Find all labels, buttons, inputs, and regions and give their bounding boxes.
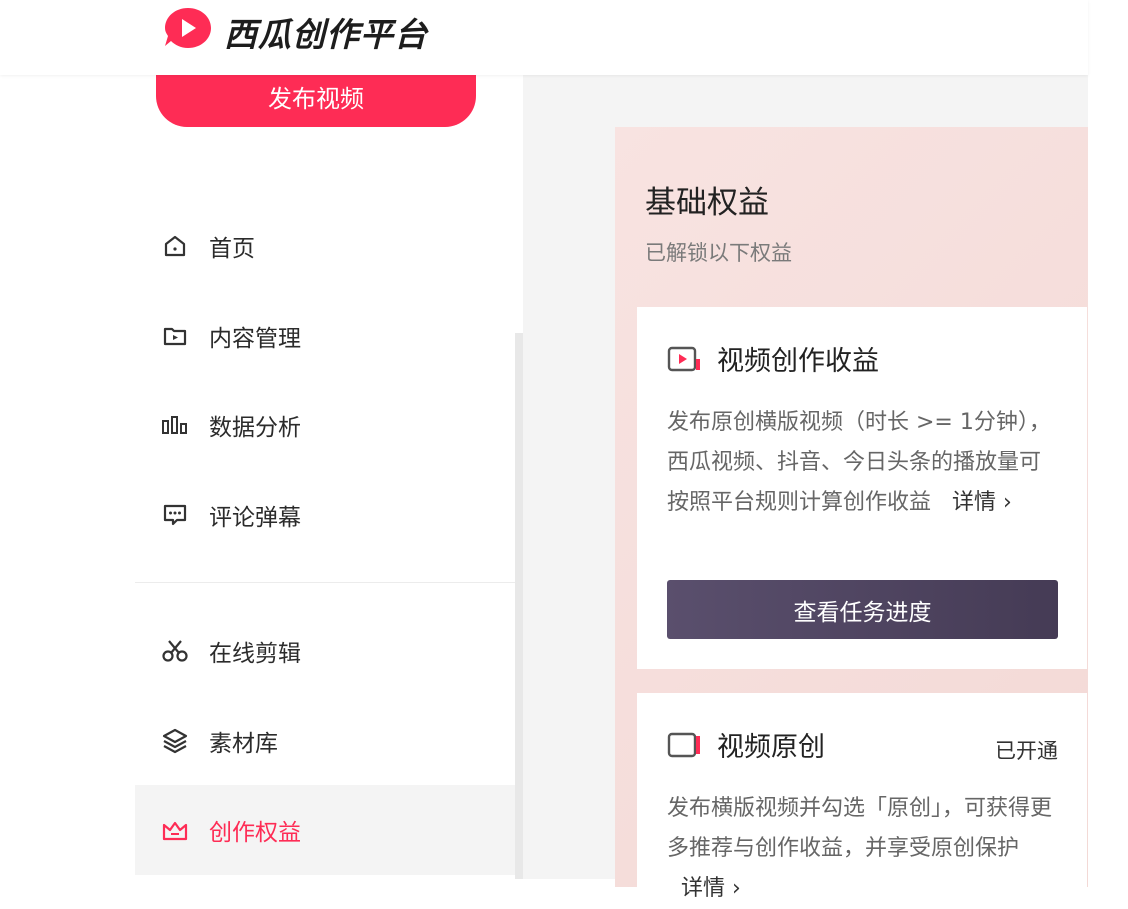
sidebar-item-label: 内容管理 [209,326,301,352]
details-link[interactable]: 详情 › [938,490,1012,515]
chevron-right-icon: › [725,876,741,901]
sidebar-item-label: 素材库 [209,731,278,757]
crown-icon [161,816,189,844]
home-icon [161,232,189,260]
card-description: 发布横版视频并勾选「原创」，可获得更多推荐与创作收益，并享受原创保护 详情 › [667,789,1062,909]
sidebar-item-home[interactable]: 首页 [135,211,515,281]
card-title: 视频原创 [717,732,825,763]
sidebar-item-materials[interactable]: 素材库 [135,706,515,776]
logo-text[interactable]: 西瓜创作平台 [224,8,428,56]
details-link[interactable]: 详情 › [667,876,741,901]
basic-rights-panel: 基础权益 已解锁以下权益 视频创作收益 发布原创横版视频（时长 >= 1分钟），… [615,127,1088,901]
top-header: 西瓜创作平台 [0,0,1088,75]
card-title: 视频创作收益 [717,346,879,377]
layers-icon [161,727,189,755]
card-header: 视频原创 [667,725,825,764]
panel-title: 基础权益 [645,185,769,221]
sidebar-item-comments[interactable]: 评论弹幕 [135,480,515,550]
sidebar-item-label: 在线剪辑 [209,641,301,667]
card-desc-text: 发布横版视频并勾选「原创」，可获得更多推荐与创作收益，并享受原创保护 [667,796,1053,861]
logo-icon[interactable] [163,6,213,50]
chevron-right-icon: › [996,490,1012,515]
sidebar: 发布视频 首页 内容管理 数据分析 评论弹幕 在线剪辑 素材库 创作权益 [135,65,515,879]
sidebar-item-label: 创作权益 [209,820,301,846]
comment-icon [161,501,189,529]
card-description: 发布原创横版视频（时长 >= 1分钟），西瓜视频、抖音、今日头条的播放量可按照平… [667,403,1062,523]
sidebar-scrollbar[interactable] [515,333,523,879]
panel-subtitle: 已解锁以下权益 [645,241,792,265]
content-icon [161,322,189,350]
original-video-icon [667,732,700,757]
view-task-progress-button[interactable]: 查看任务进度 [667,580,1058,639]
chart-icon [161,411,189,439]
rights-card-original: 视频原创 已开通 发布横版视频并勾选「原创」，可获得更多推荐与创作收益，并享受原… [637,693,1087,901]
status-badge: 已开通 [995,739,1058,763]
sidebar-item-online-edit[interactable]: 在线剪辑 [135,616,515,686]
rights-card-video-revenue: 视频创作收益 发布原创横版视频（时长 >= 1分钟），西瓜视频、抖音、今日头条的… [637,307,1087,669]
sidebar-divider [135,582,515,583]
sidebar-item-analytics[interactable]: 数据分析 [135,390,515,460]
sidebar-item-label: 评论弹幕 [209,505,301,531]
main-content: 基础权益 已解锁以下权益 视频创作收益 发布原创横版视频（时长 >= 1分钟），… [523,75,1088,901]
sidebar-item-creator-rights[interactable]: 创作权益 [135,785,515,875]
details-label: 详情 [952,490,997,515]
sidebar-item-label: 数据分析 [209,415,301,441]
card-header: 视频创作收益 [667,339,879,378]
sidebar-item-label: 首页 [209,236,255,262]
video-revenue-icon [667,346,700,371]
details-label: 详情 [681,876,726,901]
scissors-icon [161,637,189,665]
sidebar-item-content[interactable]: 内容管理 [135,301,515,371]
